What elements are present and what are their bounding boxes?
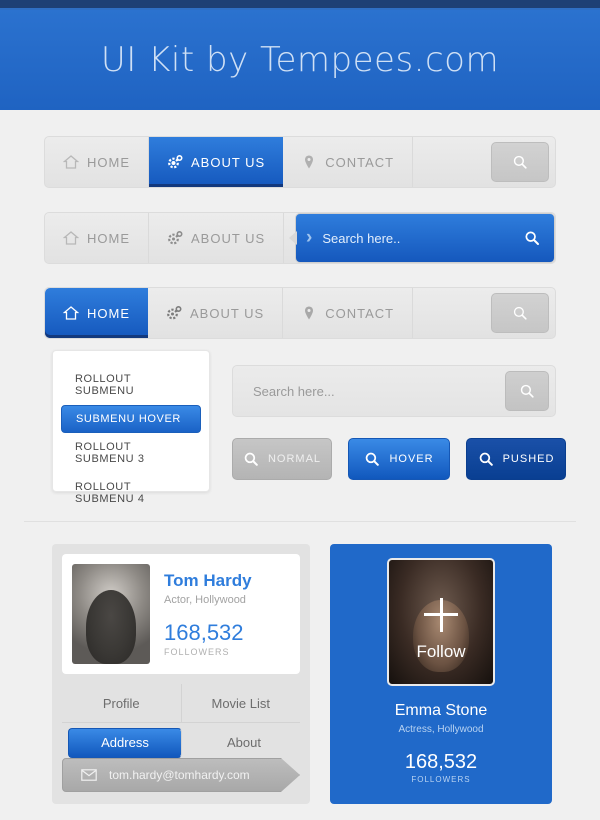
nav1-item-home[interactable]: HOME xyxy=(45,137,149,187)
follow-card: Follow Emma Stone Actress, Hollywood 168… xyxy=(330,544,552,804)
tab-address[interactable]: Address xyxy=(68,727,182,758)
nav3-label-about-us: ABOUT US xyxy=(190,305,265,321)
nav3-search-button[interactable] xyxy=(491,293,549,333)
nav2-search-input[interactable]: Search here.. xyxy=(322,231,514,246)
profile-card: Tom Hardy Actor, Hollywood 168,532 FOLLO… xyxy=(52,544,310,804)
search-icon xyxy=(478,451,494,467)
button-pushed[interactable]: PUSHED xyxy=(466,438,566,480)
page-header: UI Kit by Tempees.com xyxy=(0,10,600,110)
profile-info: Tom Hardy Actor, Hollywood 168,532 FOLLO… xyxy=(150,571,252,657)
nav2-label-home: HOME xyxy=(87,230,130,246)
home-icon xyxy=(63,154,79,170)
nav3-item-contact[interactable]: CONTACT xyxy=(283,288,414,338)
nav1-label-about-us: ABOUT US xyxy=(191,154,266,170)
search-icon xyxy=(512,154,528,170)
pin-icon xyxy=(301,305,317,321)
submenu-item-1[interactable]: ROLLOUT SUBMENU xyxy=(61,365,201,405)
tab-profile[interactable]: Profile xyxy=(62,684,182,722)
search-icon xyxy=(364,451,380,467)
button-hover-label: HOVER xyxy=(389,453,434,465)
email-ribbon[interactable]: tom.hardy@tomhardy.com xyxy=(62,758,300,792)
avatar xyxy=(72,564,150,664)
search-field[interactable]: Search here... xyxy=(232,365,556,417)
profile-card-header: Tom Hardy Actor, Hollywood 168,532 FOLLO… xyxy=(62,554,300,674)
profile-tabs: Profile Movie List Address About xyxy=(62,684,300,762)
tab-movie-list[interactable]: Movie List xyxy=(182,684,301,722)
search-icon xyxy=(519,383,535,399)
search-submit-button[interactable] xyxy=(505,371,549,411)
follow-card-name: Emma Stone xyxy=(394,702,488,719)
ui-kit-page: UI Kit by Tempees.com HOME ABOUT US CONT… xyxy=(0,0,600,820)
home-icon xyxy=(63,230,79,246)
button-hover[interactable]: HOVER xyxy=(348,438,450,480)
nav3-label-home: HOME xyxy=(87,305,130,321)
nav2-item-home[interactable]: HOME xyxy=(45,213,149,263)
search-icon xyxy=(512,305,528,321)
home-icon xyxy=(63,305,79,321)
profile-name: Tom Hardy xyxy=(164,571,252,590)
follow-card-followers-count: 168,532 xyxy=(404,751,478,773)
chevron-right-icon: › xyxy=(306,227,313,248)
nav3-label-contact: CONTACT xyxy=(325,305,395,321)
nav1-spacer xyxy=(413,137,491,187)
nav3-spacer xyxy=(413,288,491,338)
plus-icon xyxy=(424,597,458,632)
navbar-3: HOME ABOUT US CONTACT xyxy=(44,287,556,339)
gear-icon xyxy=(167,154,183,170)
email-address: tom.hardy@tomhardy.com xyxy=(109,768,250,782)
profile-tab-row-bottom: Address About xyxy=(62,722,300,762)
nav1-label-contact: CONTACT xyxy=(325,154,395,170)
nav2-label-about-us: ABOUT US xyxy=(191,230,266,246)
follow-card-role: Actress, Hollywood xyxy=(398,724,484,735)
nav3-item-about-us[interactable]: ABOUT US xyxy=(148,288,284,338)
rollout-submenu-panel: ROLLOUT SUBMENU SUBMENU HOVER ROLLOUT SU… xyxy=(52,350,210,505)
search-icon xyxy=(243,451,259,467)
tab-about[interactable]: About xyxy=(188,724,300,762)
nav1-label-home: HOME xyxy=(87,154,130,170)
page-title: UI Kit by Tempees.com xyxy=(100,40,500,80)
nav2-search-panel[interactable]: › Search here.. xyxy=(289,213,555,263)
follow-label: Follow xyxy=(416,642,466,661)
profile-followers-label: FOLLOWERS xyxy=(164,647,230,657)
search-input[interactable]: Search here... xyxy=(253,384,505,399)
top-strip xyxy=(0,0,600,8)
button-pushed-label: PUSHED xyxy=(502,453,555,465)
profile-role: Actor, Hollywood xyxy=(164,594,246,606)
submenu-item-hover[interactable]: SUBMENU HOVER xyxy=(61,405,201,433)
navbar-2: HOME ABOUT US › Search here.. xyxy=(44,212,556,264)
nav1-item-contact[interactable]: CONTACT xyxy=(283,137,414,187)
search-panel-notch xyxy=(289,231,297,245)
profile-followers-count: 168,532 xyxy=(164,620,244,645)
nav2-item-about-us[interactable]: ABOUT US xyxy=(149,213,285,263)
envelope-icon xyxy=(81,767,97,783)
nav1-item-about-us[interactable]: ABOUT US xyxy=(149,137,284,187)
button-states-row: NORMAL HOVER PUSHED xyxy=(232,438,566,480)
gear-icon xyxy=(167,230,183,246)
pin-icon xyxy=(301,154,317,170)
button-normal-label: NORMAL xyxy=(267,453,322,465)
gear-icon xyxy=(166,305,182,321)
navbar-1: HOME ABOUT US CONTACT xyxy=(44,136,556,188)
submenu-item-4[interactable]: ROLLOUT SUBMENU 4 xyxy=(61,473,201,513)
search-icon[interactable] xyxy=(524,230,540,246)
follow-card-followers-label: FOLLOWERS xyxy=(411,775,471,784)
nav3-item-home[interactable]: HOME xyxy=(45,288,148,338)
section-divider xyxy=(24,521,576,522)
submenu-item-3[interactable]: ROLLOUT SUBMENU 3 xyxy=(61,433,201,473)
profile-tab-row-top: Profile Movie List xyxy=(62,684,300,722)
button-normal[interactable]: NORMAL xyxy=(232,438,332,480)
nav1-search-button[interactable] xyxy=(491,142,549,182)
follow-card-photo[interactable]: Follow xyxy=(387,558,495,686)
